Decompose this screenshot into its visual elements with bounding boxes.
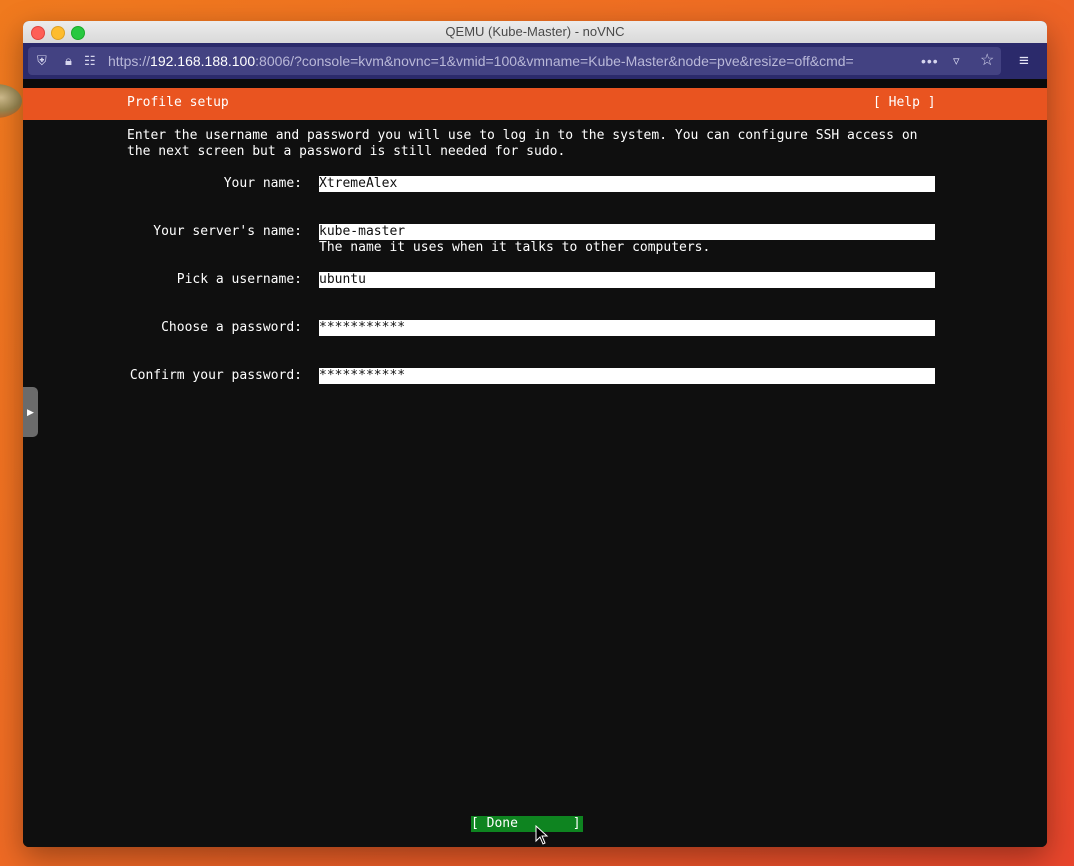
server-name-input[interactable]: kube-master [319,224,935,240]
vnc-console[interactable]: Profile setup [ Help ] Enter the usernam… [23,79,1047,847]
server-name-label: Your server's name: [153,224,302,239]
server-name-value: kube-master [319,224,406,239]
window-title: QEMU (Kube-Master) - noVNC [445,24,625,39]
sidebar-handle-icon[interactable]: ▶ [23,387,38,437]
mouse-cursor-icon [535,825,549,845]
username-value: ubuntu [319,272,366,287]
password-value: *********** [319,320,406,335]
permissions-icon[interactable]: ☷ [84,47,96,75]
desktop-background-object [0,84,22,118]
url-host: 192.168.188.100 [150,53,256,69]
confirm-password-label: Confirm your password: [129,368,302,383]
url-prefix: https:// [108,53,151,69]
page-title: Profile setup [127,95,229,110]
your-name-input[interactable]: XtremeAlex [319,176,935,192]
title-bar: QEMU (Kube-Master) - noVNC [23,21,1047,44]
browser-toolbar: ⛨ 🔒︎ ☷ https://192.168.188.100:8006/?con… [23,43,1047,79]
installer-header: Profile setup [ Help ] [23,88,1047,120]
more-icon[interactable]: ••• [921,47,939,75]
url-path: :8006/?console=kvm&novnc=1&vmid=100&vmna… [255,53,854,69]
url-text[interactable]: https://192.168.188.100:8006/?console=kv… [108,47,854,75]
browser-window: QEMU (Kube-Master) - noVNC ⛨ 🔒︎ ☷ https:… [23,21,1047,847]
pocket-icon[interactable]: ▿ [953,47,960,75]
bookmark-star-icon[interactable]: ☆ [980,47,994,75]
address-bar[interactable]: ⛨ 🔒︎ ☷ https://192.168.188.100:8006/?con… [28,47,1001,75]
server-name-help: The name it uses when it talks to other … [319,240,711,255]
username-input[interactable]: ubuntu [319,272,935,288]
password-input[interactable]: *********** [319,320,935,336]
shield-icon[interactable]: ⛨ [37,47,47,75]
password-label: Choose a password: [161,320,302,335]
intro-text: Enter the username and password you will… [127,128,918,159]
confirm-password-value: *********** [319,368,406,383]
lock-warning-icon[interactable]: 🔒︎ [65,47,72,75]
your-name-value: XtremeAlex [319,176,398,191]
console-top-edge [23,79,1047,88]
username-label: Pick a username: [176,272,302,287]
confirm-password-input[interactable]: *********** [319,368,935,384]
hamburger-menu-icon[interactable]: ≡ [1019,47,1029,75]
done-button[interactable]: [ Done ] [471,816,583,832]
help-button[interactable]: [ Help ] [873,95,936,110]
your-name-label: Your name: [223,176,302,191]
